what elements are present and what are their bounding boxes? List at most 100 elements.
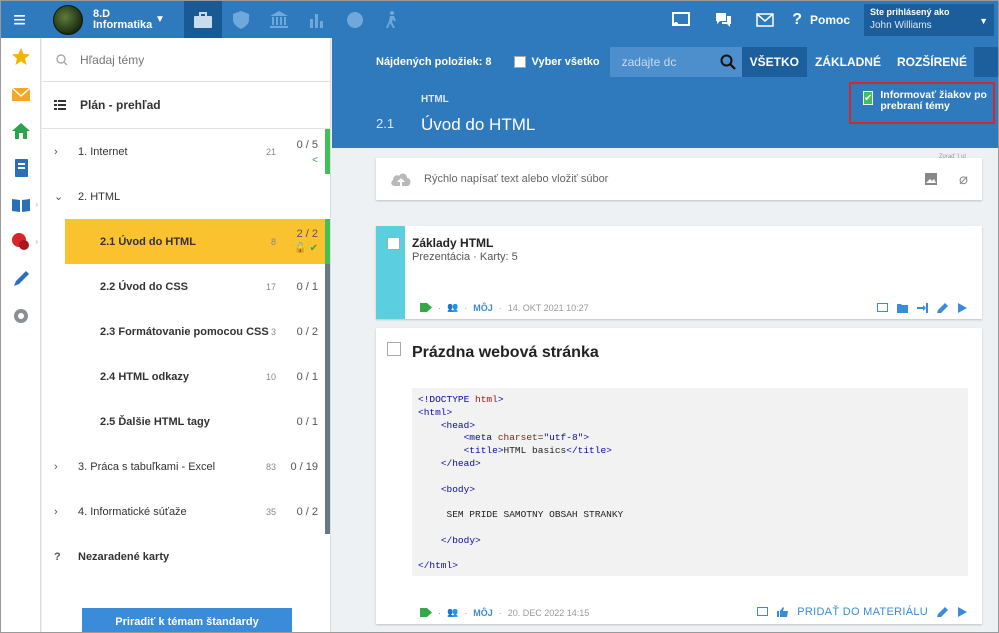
topic-count: 8 [270, 236, 276, 247]
play-icon[interactable] [957, 303, 968, 313]
book-icon[interactable]: › [1, 186, 40, 223]
menu-icon[interactable]: ≡ [1, 1, 38, 38]
sort-icon[interactable] [974, 47, 998, 77]
select-all-checkbox[interactable]: Vyber všetko [513, 56, 600, 68]
tag-icon[interactable] [420, 303, 432, 312]
question-icon: ? [54, 550, 61, 563]
discussion-icon[interactable]: › [1, 223, 40, 260]
topic-row[interactable]: › 1. Internet 21 0 / 5 < [42, 129, 330, 174]
notebook-icon[interactable] [1, 149, 40, 186]
code-block: <!DOCTYPE html> <html> <head> <meta char… [412, 388, 968, 576]
topic-progress: 0 / 2 [296, 505, 318, 518]
status-bar [325, 354, 330, 399]
group-icon[interactable]: 👥 [447, 302, 458, 313]
topic-progress: 2 / 2 [296, 228, 318, 240]
cast-icon[interactable] [660, 1, 702, 38]
tag-icon[interactable] [420, 608, 432, 617]
subtopic-row[interactable]: 2.3 Formátovanie pomocou CSS 3 0 / 2 [42, 309, 330, 354]
card-search-input[interactable]: zadajte dc [609, 47, 742, 77]
pencil-icon[interactable] [1, 260, 40, 297]
sort-hint: Zoraď 'I ut [938, 154, 966, 160]
topic-progress: 0 / 2 [296, 325, 318, 338]
app-window: ≡ 8.D Informatika ▼ ? Pomoc Ste prihlásen… [0, 0, 999, 633]
class-selector[interactable]: 8.D Informatika ▼ [38, 1, 184, 38]
user-label: Ste prihlásený ako [870, 6, 950, 17]
walking-icon[interactable] [374, 1, 412, 38]
topic-search-input[interactable] [80, 52, 300, 67]
card-date: 14. OKT 2021 10:27 [507, 302, 589, 313]
card-checkbox[interactable] [387, 237, 400, 250]
topic-progress: 0 / 19 [290, 460, 318, 473]
card-code[interactable]: Prázdna webová stránka <!DOCTYPE html> <… [376, 328, 982, 624]
home-icon[interactable] [1, 112, 40, 149]
notify-students-checkbox[interactable]: ✔ Informovať žiakov po prebraní témy [849, 82, 995, 124]
chevron-right-icon[interactable]: › [42, 506, 78, 518]
search-placeholder: zadajte dc [621, 55, 677, 69]
topic-label: 2. HTML [78, 190, 121, 203]
mail-icon[interactable] [744, 1, 786, 38]
play-icon[interactable] [957, 607, 968, 617]
plan-overview[interactable]: Plán - prehľad [42, 82, 330, 129]
card-title[interactable]: Základy HTML [412, 236, 493, 250]
topics-sidebar: Plán - prehľad › 1. Internet 21 0 / 5 < … [42, 38, 331, 632]
pencil-icon[interactable] [937, 303, 948, 313]
question-icon: ? [792, 10, 802, 28]
pencil-icon[interactable] [937, 607, 948, 617]
card-presentation[interactable]: Základy HTML Prezentácia · Karty: 5 · 👥 … [376, 226, 982, 319]
checkbox-icon [513, 56, 526, 68]
subtopic-row[interactable]: 2.5 Ďalšie HTML tagy 0 / 1 [42, 399, 330, 444]
add-to-material-button[interactable]: PRIDAŤ DO MATERIÁLU [797, 606, 928, 618]
bar-chart-icon[interactable] [298, 1, 336, 38]
topic-label: 2.2 Úvod do CSS [100, 280, 189, 293]
help-label: Pomoc [809, 12, 850, 27]
thumbs-up-icon[interactable] [777, 607, 789, 617]
card-checkbox[interactable] [387, 342, 401, 356]
topic-label: 2.3 Formátovanie pomocou CSS [100, 325, 269, 338]
class-name: 8.D Informatika [93, 7, 153, 31]
assign-standards-button[interactable]: Priradiť k témam štandardy [82, 608, 292, 632]
group-icon[interactable]: 👥 [447, 607, 458, 618]
chat-icon[interactable] [702, 1, 744, 38]
topic-row[interactable]: › 4. Informatické súťaže 35 0 / 2 [42, 489, 330, 534]
topic-row[interactable]: ⌄ 2. HTML [42, 174, 330, 219]
shield-icon[interactable] [222, 1, 260, 38]
filter-all-tab[interactable]: VŠETKO [741, 47, 807, 77]
subtopic-row[interactable]: 2.1 Úvod do HTML 8 2 / 2 🔓 ✔ [65, 219, 330, 264]
share-icon: < [312, 155, 318, 166]
envelope-icon[interactable] [1, 75, 40, 112]
topic-count: 21 [265, 146, 276, 157]
cast-icon[interactable] [877, 303, 888, 313]
cloud-upload-icon[interactable] [390, 171, 412, 187]
chevron-right-icon[interactable]: › [42, 146, 78, 158]
quick-post-box[interactable]: Zoraď 'I ut Rýchlo napísať text alebo vl… [376, 154, 982, 200]
topic-label: 2.4 HTML odkazy [100, 370, 190, 383]
paperclip-icon[interactable]: ⌀ [959, 170, 968, 188]
card-title[interactable]: Prázdna webová stránka [412, 344, 599, 362]
user-menu[interactable]: Ste prihlásený ako John Williams ▼ [864, 3, 994, 36]
cast-icon[interactable] [757, 607, 769, 617]
topic-count: 3 [270, 326, 276, 337]
topic-row[interactable]: › 3. Práca s tabuľkami - Excel 83 0 / 19 [42, 444, 330, 489]
chevron-right-icon[interactable]: › [42, 461, 78, 473]
compass-icon[interactable] [336, 1, 374, 38]
star-icon[interactable] [1, 38, 40, 75]
subtopic-row[interactable]: 2.2 Úvod do CSS 17 0 / 1 [42, 264, 330, 309]
chevron-down-icon: ▼ [979, 15, 988, 26]
list-icon [54, 100, 66, 110]
topic-row[interactable]: ? Nezaradené karty [42, 534, 330, 579]
subtopic-row[interactable]: 2.4 HTML odkazy 10 0 / 1 [42, 354, 330, 399]
briefcase-icon[interactable] [184, 1, 222, 38]
class-logo [53, 4, 83, 35]
topic-progress: 0 / 1 [296, 280, 318, 293]
chevron-down-icon[interactable]: ⌄ [42, 190, 78, 203]
filter-extended-tab[interactable]: ROZŠÍRENÉ [889, 47, 975, 77]
help-button[interactable]: ? Pomoc [792, 11, 850, 29]
gear-icon[interactable] [1, 297, 40, 334]
sign-in-icon[interactable] [917, 303, 928, 313]
image-icon[interactable] [924, 172, 938, 186]
institution-icon[interactable] [260, 1, 298, 38]
folder-icon[interactable] [897, 303, 908, 313]
filter-basic-tab[interactable]: ZÁKLADNÉ [807, 47, 889, 77]
search-icon[interactable] [720, 54, 736, 70]
chevron-down-icon: ▼ [155, 14, 165, 25]
